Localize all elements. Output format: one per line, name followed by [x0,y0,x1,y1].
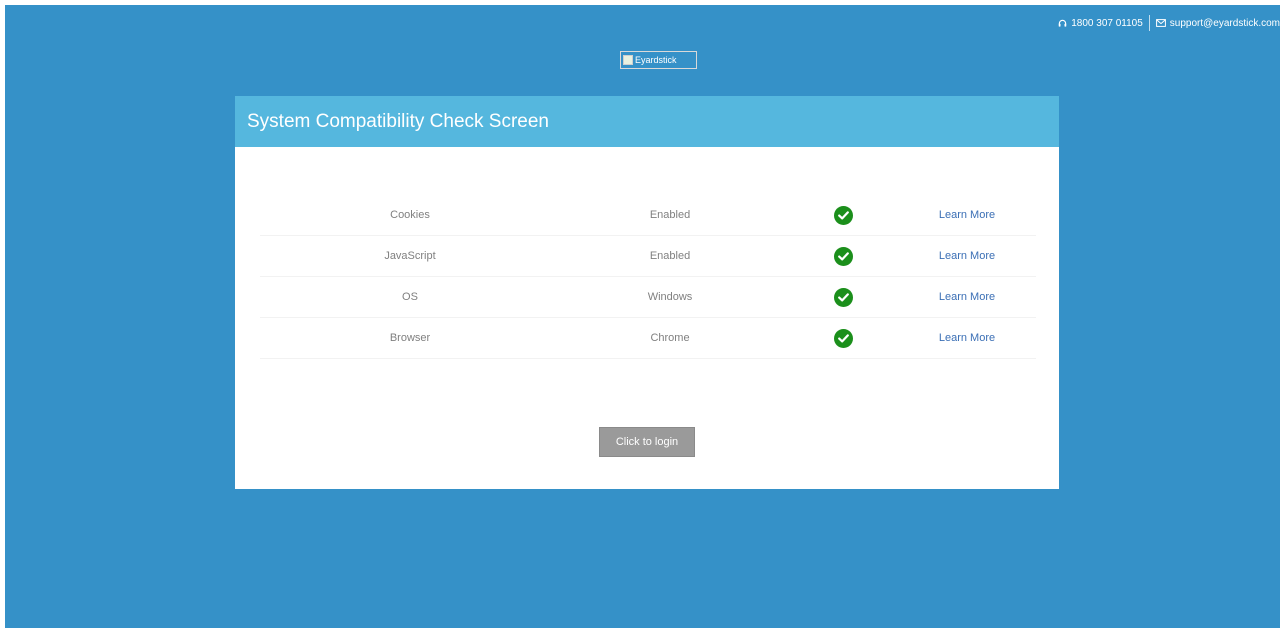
check-status: Enabled [649,209,691,221]
support-email[interactable]: support@eyardstick.com [1170,18,1280,29]
learn-more-link[interactable]: Learn More [932,236,1002,276]
contact-bar: 1800 307 01105 support@eyardstick.com [1058,14,1280,32]
learn-more-link[interactable]: Learn More [932,195,1002,235]
check-icon-cell [828,277,858,317]
check-status: Chrome [650,332,690,344]
logo[interactable]: Eyardstick [620,51,697,69]
check-name: Browser [389,332,431,344]
check-name: Cookies [390,209,430,221]
check-icon-cell [828,195,858,235]
check-circle-icon [833,328,853,348]
check-name: JavaScript [384,250,436,262]
login-button[interactable]: Click to login [599,427,695,457]
headset-icon [1058,19,1067,28]
check-icon-cell [828,318,858,358]
compatibility-card: System Compatibility Check Screen Cookie… [235,96,1059,489]
check-circle-icon [833,287,853,307]
page-title: System Compatibility Check Screen [247,111,549,132]
table-row: JavaScript Enabled Learn More [260,236,1036,277]
table-row: Browser Chrome Learn More [260,318,1036,359]
table-row: Cookies Enabled Learn More [260,195,1036,236]
check-icon-cell [828,236,858,276]
card-header: System Compatibility Check Screen [235,96,1059,147]
logo-alt-text: Eyardstick [635,55,677,65]
learn-more-link[interactable]: Learn More [932,318,1002,358]
compatibility-table: Cookies Enabled Learn More JavaScript En… [260,195,1036,359]
envelope-icon [1155,19,1166,27]
check-circle-icon [833,246,853,266]
check-circle-icon [833,205,853,225]
contact-divider [1148,15,1150,31]
learn-more-link[interactable]: Learn More [932,277,1002,317]
broken-image-icon [623,55,633,65]
check-name: OS [402,291,418,303]
check-status: Enabled [649,250,691,262]
table-row: OS Windows Learn More [260,277,1036,318]
phone-number[interactable]: 1800 307 01105 [1071,18,1143,29]
check-status: Windows [647,291,693,303]
